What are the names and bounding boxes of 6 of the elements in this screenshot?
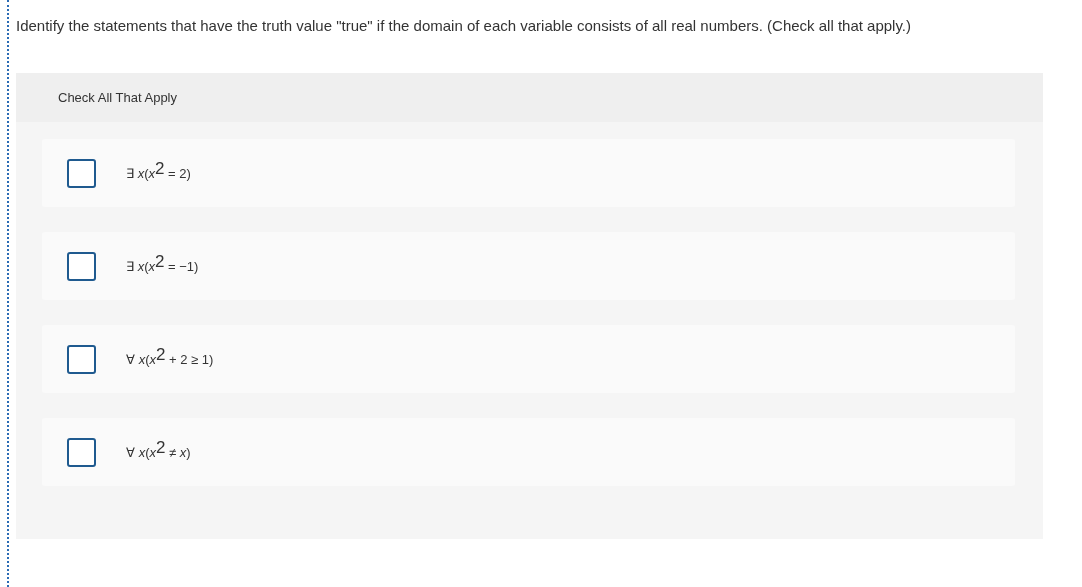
- instruction-text: Check All That Apply: [58, 90, 177, 105]
- checkbox[interactable]: [67, 158, 96, 188]
- checkbox[interactable]: [67, 437, 96, 467]
- question-text: Identify the statements that have the truth value "true" if the domain of each variable consists of all real numbers. (Check all that apply.): [16, 16, 912, 36]
- checkbox[interactable]: [67, 344, 96, 374]
- checkbox[interactable]: [67, 251, 96, 281]
